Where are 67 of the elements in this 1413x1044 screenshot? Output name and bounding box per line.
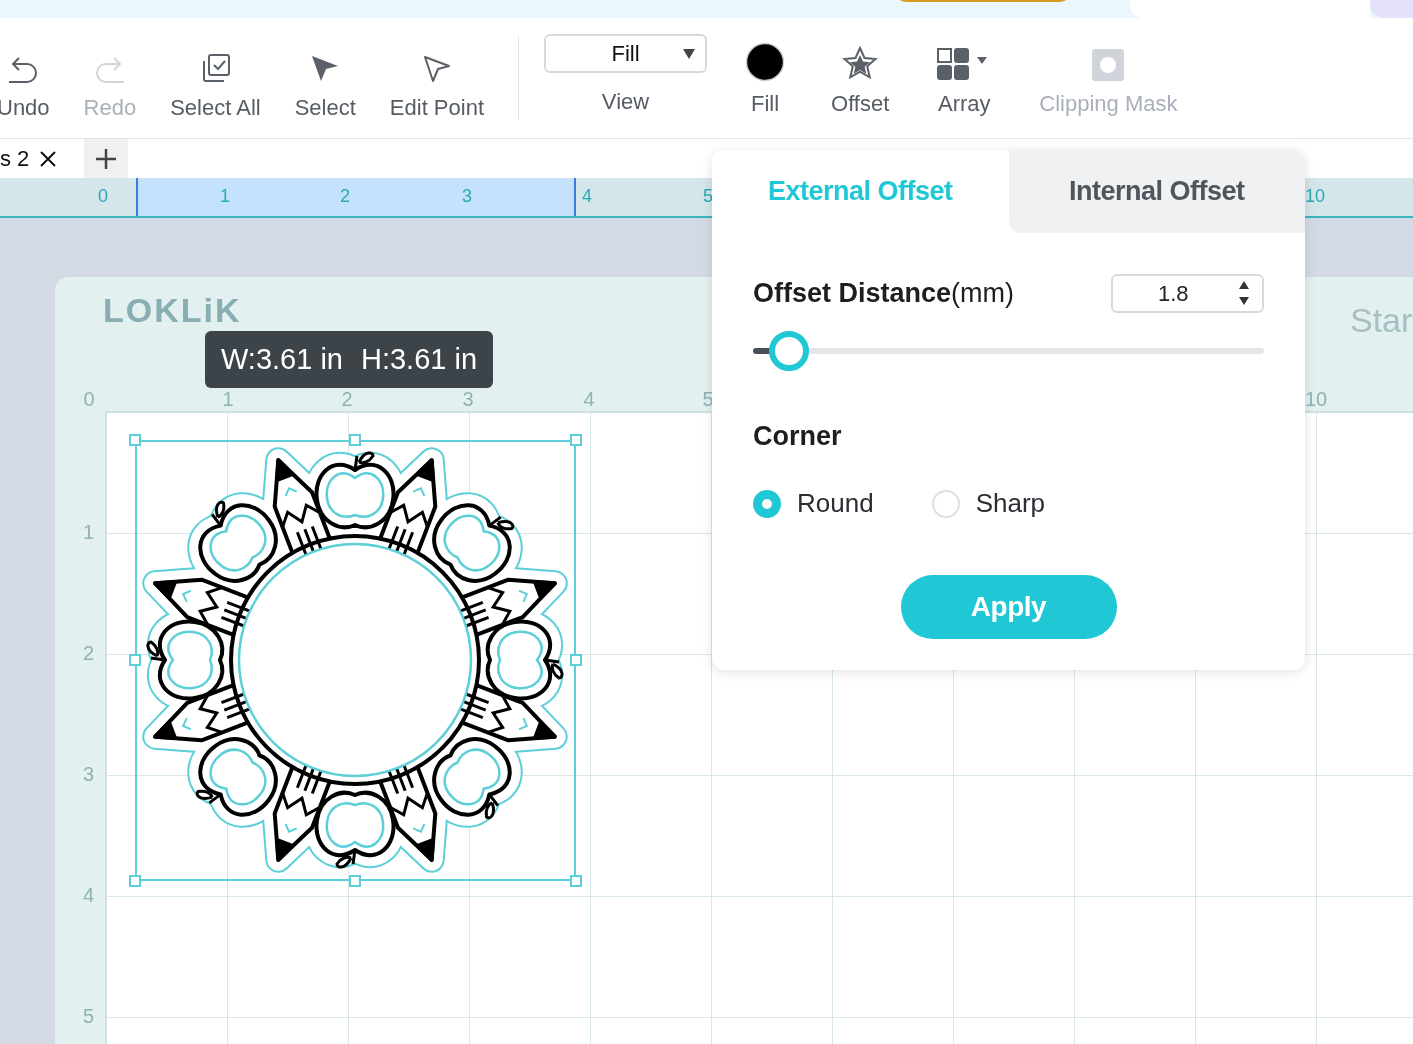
toolbar-button[interactable]: Array [923,36,1006,122]
toolbar-button[interactable]: Fill [733,36,797,122]
ruler-label: 2 [83,641,95,666]
radio-label: Round [797,487,874,520]
resize-handle[interactable] [129,654,141,666]
ruler-label: 2 [341,388,353,410]
offset-tab[interactable]: Internal Offset [1008,150,1305,233]
ruler-label: 1 [83,520,95,545]
resize-handle[interactable] [349,875,361,887]
height-value: H:3.61 in [361,341,478,377]
toolbar-label: Redo [83,94,137,122]
toolbar-button[interactable]: Offset [819,36,902,122]
width-value: W:3.61 in [221,341,343,377]
toolbar-label: Edit Point [389,94,484,122]
view-label: View [601,88,650,116]
plus-icon [95,147,117,170]
ruler-label: 1 [222,388,234,410]
toolbar-label: Clipping Mask [1039,90,1178,118]
mask-icon [1091,48,1126,82]
corner-radio[interactable]: Round [753,484,874,523]
toolbar-button[interactable]: Edit Point [377,40,496,126]
tab-label: s 2 [0,145,30,173]
ruler-label: 10 [1304,388,1328,410]
slider-fill [753,347,771,354]
toolbar-label: Select [294,94,356,122]
mat-label: Star [1350,300,1413,341]
offset-distance-field[interactable]: 1.8 [1111,273,1264,313]
toolbar-button[interactable]: Select All [158,40,273,126]
logo: LOKLiK [103,291,242,329]
ruler-label: 3 [462,388,474,410]
resize-handle[interactable] [570,434,582,446]
banner-button[interactable] [1370,0,1413,18]
ruler-label: 5 [83,1004,95,1029]
toolbar-label: Fill [750,90,780,118]
corner-label: Corner [753,419,843,453]
ruler-label: 2 [340,185,350,208]
ruler-label: 3 [462,185,472,208]
ruler-label: 5 [703,185,713,208]
resize-handle[interactable] [349,434,361,446]
slider-thumb[interactable] [768,330,809,371]
close-icon[interactable] [39,149,58,168]
ruler-label: 3 [83,762,95,787]
ruler-label: 4 [83,883,95,908]
dropdown-caret-icon [683,49,695,59]
radio-label: Sharp [975,487,1045,520]
resize-handle[interactable] [129,434,141,446]
toolbar-label: Offset [831,90,890,118]
ruler-label: 1 [220,185,230,208]
resize-handle[interactable] [129,875,141,887]
add-tab-button[interactable] [84,139,128,178]
star-outline-icon [842,46,879,82]
ruler-label: 0 [83,388,95,410]
resize-handle[interactable] [570,654,582,666]
fill-color-icon [745,42,785,82]
toolbar-button[interactable]: Select [282,40,368,126]
view-dropdown[interactable]: Fill [544,34,707,73]
ruler-label: 4 [582,185,592,208]
ruler-label: 4 [583,388,595,410]
ruler-label: 0 [98,185,108,208]
stepper-arrows-icon[interactable] [1238,280,1250,307]
corner-radio[interactable]: Sharp [931,484,1045,523]
ruler-label: 10 [1305,185,1325,208]
resize-handle[interactable] [570,875,582,887]
toolbar-label: Array [938,90,991,118]
offset-distance-label: Offset Distance(mm) [753,277,1015,310]
toolbar-label: Select All [170,94,261,122]
number-input[interactable]: 1.8 [1158,276,1208,310]
